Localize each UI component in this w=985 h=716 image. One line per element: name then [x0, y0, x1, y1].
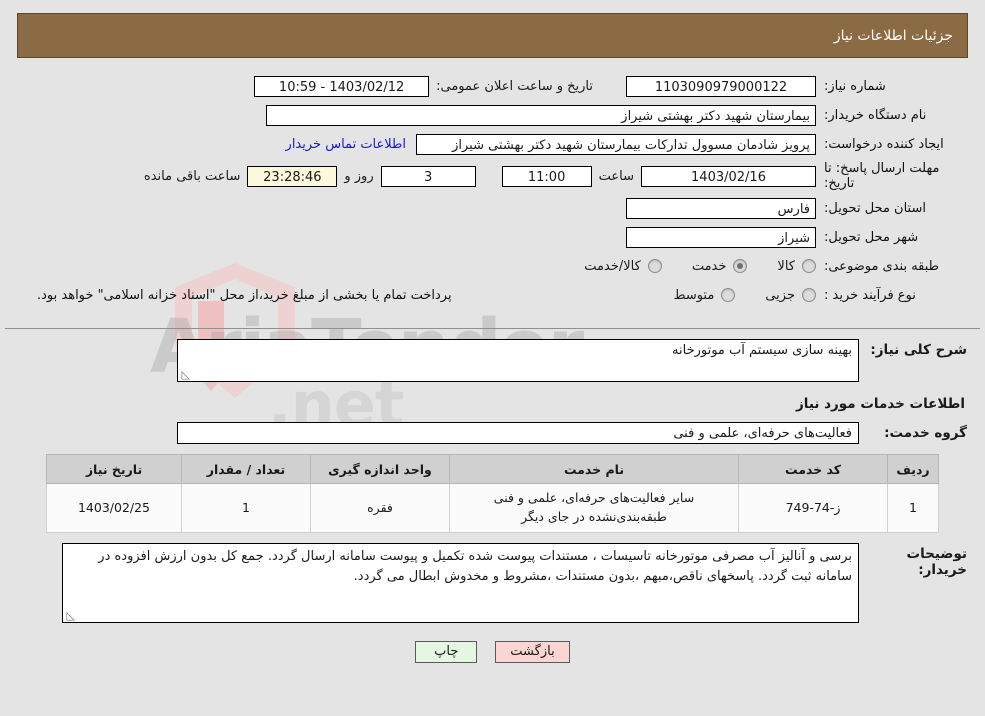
row-deadline: مهلت ارسال پاسخ: تا تاریخ: 1403/02/16 سا… [17, 161, 968, 191]
radio-icon[interactable] [733, 259, 748, 273]
process-type-label: نوع فرآیند خرید : [824, 287, 916, 303]
creator-label: ایجاد کننده درخواست: [824, 136, 944, 152]
page-title: جزئیات اطلاعات نیاز [833, 27, 953, 44]
deadline-hour-label: ساعت [598, 168, 634, 184]
table-header-row: ردیف کد خدمت نام خدمت واحد اندازه گیری ت… [46, 454, 939, 484]
category-option-goods-service[interactable]: کالا/خدمت [584, 259, 662, 274]
resize-grip-icon[interactable]: ◺ [65, 610, 75, 621]
row-province: استان محل تحویل: فارس [17, 196, 968, 220]
row-description: شرح کلی نیاز: بهینه سازی سیستم آب موتورخ… [18, 339, 967, 382]
row-process-type: نوع فرآیند خرید : جزیی متوسط پرداخت تمام… [17, 283, 968, 307]
category-radio-group: کالا خدمت کالا/خدمت [554, 259, 816, 274]
cell-need-date: 1403/02/25 [46, 483, 182, 533]
buyer-org-label: نام دستگاه خریدار: [824, 107, 927, 123]
process-option-label: جزیی [765, 287, 795, 303]
need-number-label: شماره نیاز: [824, 78, 886, 94]
description-value: بهینه سازی سیستم آب موتورخانه [672, 343, 852, 358]
category-option-label: کالا [777, 258, 795, 274]
row-service-group: گروه خدمت: فعالیت‌های حرفه‌ای، علمی و فن… [18, 422, 967, 444]
th-code: کد خدمت [738, 454, 888, 484]
public-announce-label: تاریخ و ساعت اعلان عمومی: [436, 78, 593, 94]
services-table: ردیف کد خدمت نام خدمت واحد اندازه گیری ت… [46, 454, 939, 533]
category-option-label: کالا/خدمت [584, 258, 641, 274]
th-name: نام خدمت [449, 454, 739, 484]
row-need-number: شماره نیاز: 1103090979000122 تاریخ و ساع… [17, 74, 968, 98]
need-info-panel: شماره نیاز: 1103090979000122 تاریخ و ساع… [5, 68, 980, 320]
buyer-contact-link[interactable]: اطلاعات تماس خریدار [286, 137, 416, 152]
process-option-label: متوسط [673, 287, 715, 303]
public-announce-value: 1403/02/12 - 10:59 [254, 75, 430, 97]
page-header: جزئیات اطلاعات نیاز [17, 13, 968, 58]
footer-actions: بازگشت چاپ [18, 640, 967, 663]
print-button[interactable]: چاپ [415, 640, 478, 663]
row-buyer-notes: توضیحات خریدار: برسی و آنالیز آب مصرفی م… [18, 542, 967, 623]
th-date: تاریخ نیاز [46, 454, 182, 484]
services-section-title: اطلاعات خدمات مورد نیاز [795, 396, 965, 412]
table-row: 1 ز-74-749 سایر فعالیت‌های حرفه‌ای، علمی… [46, 483, 939, 533]
payment-note: پرداخت تمام یا بخشی از مبلغ خرید،از محل … [37, 287, 452, 303]
row-buyer-org: نام دستگاه خریدار: بیمارستان شهید دکتر ب… [17, 103, 968, 127]
deadline-label: مهلت ارسال پاسخ: تا تاریخ: [824, 161, 940, 191]
th-qty: تعداد / مقدار [181, 454, 311, 484]
province-value: فارس [626, 197, 816, 219]
province-label: استان محل تحویل: [824, 200, 926, 216]
items-table-wrapper: ردیف کد خدمت نام خدمت واحد اندازه گیری ت… [18, 444, 967, 533]
description-textarea[interactable]: بهینه سازی سیستم آب موتورخانه ◺ [177, 339, 859, 382]
remaining-suffix-label: ساعت باقی مانده [143, 168, 241, 184]
need-number-value: 1103090979000122 [626, 75, 816, 97]
buyer-org-value: بیمارستان شهید دکتر بهشتی شیراز [266, 104, 816, 126]
back-button[interactable]: بازگشت [495, 640, 570, 663]
details-section: شرح کلی نیاز: بهینه سازی سیستم آب موتورخ… [18, 339, 967, 663]
city-value: شیراز [626, 226, 816, 248]
process-option-medium[interactable]: متوسط [673, 287, 736, 303]
row-category: طبقه بندی موضوعی: کالا خدمت کالا/خدمت [17, 254, 968, 278]
row-city: شهر محل تحویل: شیراز [17, 225, 968, 249]
category-label: طبقه بندی موضوعی: [824, 258, 940, 274]
panel-divider [5, 328, 980, 329]
radio-icon[interactable] [802, 259, 816, 273]
radio-icon[interactable] [721, 288, 736, 302]
city-label: شهر محل تحویل: [824, 229, 919, 245]
cell-row-no: 1 [887, 483, 939, 533]
radio-icon[interactable] [647, 259, 662, 273]
process-option-minor[interactable]: جزیی [765, 288, 816, 303]
category-option-label: خدمت [691, 258, 727, 274]
remaining-days-value: 3 [380, 165, 476, 187]
service-group-value: فعالیت‌های حرفه‌ای، علمی و فنی [177, 422, 859, 444]
service-group-caption: گروه خدمت: [884, 425, 967, 441]
remaining-days-label: روز و [344, 168, 374, 184]
creator-value: پرویز شادمان مسوول تدارکات بیمارستان شهی… [416, 133, 816, 155]
buyer-notes-textarea[interactable]: برسی و آنالیز آب مصرفی موتورخانه تاسیسات… [62, 542, 859, 623]
deadline-date-value: 1403/02/16 [641, 165, 816, 187]
cell-unit: فقره [310, 483, 450, 533]
row-creator: ایجاد کننده درخواست: پرویز شادمان مسوول … [17, 132, 968, 156]
resize-grip-icon[interactable]: ◺ [180, 369, 190, 380]
cell-quantity: 1 [181, 483, 311, 533]
category-option-service[interactable]: خدمت [692, 259, 748, 274]
page-root: جزئیات اطلاعات نیاز شماره نیاز: 11030909… [0, 13, 985, 663]
th-unit: واحد اندازه گیری [310, 454, 450, 484]
deadline-time-value: 11:00 [501, 165, 592, 187]
description-caption: شرح کلی نیاز: [870, 342, 967, 358]
th-row-no: ردیف [887, 454, 939, 484]
radio-icon[interactable] [802, 288, 816, 302]
category-option-goods[interactable]: کالا [777, 259, 816, 274]
buyer-notes-caption: توضیحات خریدار: [906, 545, 967, 578]
cell-code: ز-74-749 [738, 483, 888, 533]
process-radio-group: جزیی متوسط [643, 288, 816, 303]
buyer-notes-value: برسی و آنالیز آب مصرفی موتورخانه تاسیسات… [98, 548, 852, 584]
remaining-clock-value: 23:28:46 [247, 165, 338, 187]
cell-name: سایر فعالیت‌های حرفه‌ای، علمی و فنی طبقه… [449, 483, 739, 533]
